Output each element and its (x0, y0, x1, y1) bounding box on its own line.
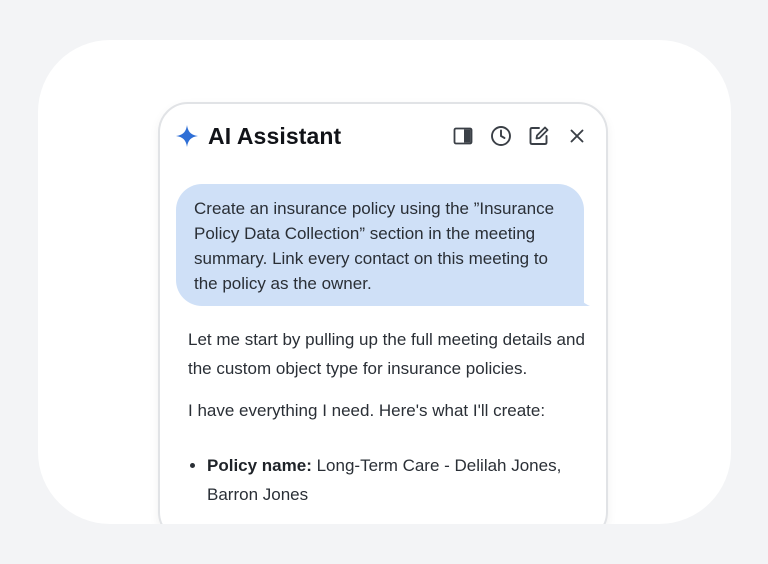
ai-assistant-panel: AI Assistant Create an insurance policy … (158, 102, 608, 542)
header-actions (452, 125, 588, 147)
close-icon[interactable] (566, 125, 588, 147)
user-message-bubble: Create an insurance policy using the ”In… (176, 184, 590, 306)
list-item: Policy name: Long-Term Care - Delilah Jo… (207, 451, 593, 509)
user-message-text: Create an insurance policy using the ”In… (194, 199, 555, 293)
assistant-paragraph: I have everything I need. Here's what I'… (188, 401, 546, 420)
panel-title: AI Assistant (208, 122, 342, 149)
bubble-tail (576, 292, 590, 306)
new-chat-icon[interactable] (528, 125, 550, 147)
assistant-paragraph: Let me start by pulling up the full meet… (188, 330, 585, 378)
bottom-background (0, 524, 768, 564)
assistant-message: Let me start by pulling up the full meet… (188, 325, 593, 509)
list-item-label: Policy name: (207, 456, 312, 475)
sparkle-icon (176, 125, 198, 147)
sidebar-toggle-icon[interactable] (452, 125, 474, 147)
assistant-list: Policy name: Long-Term Care - Delilah Jo… (188, 451, 593, 509)
panel-header: AI Assistant (176, 120, 588, 152)
history-icon[interactable] (490, 125, 512, 147)
